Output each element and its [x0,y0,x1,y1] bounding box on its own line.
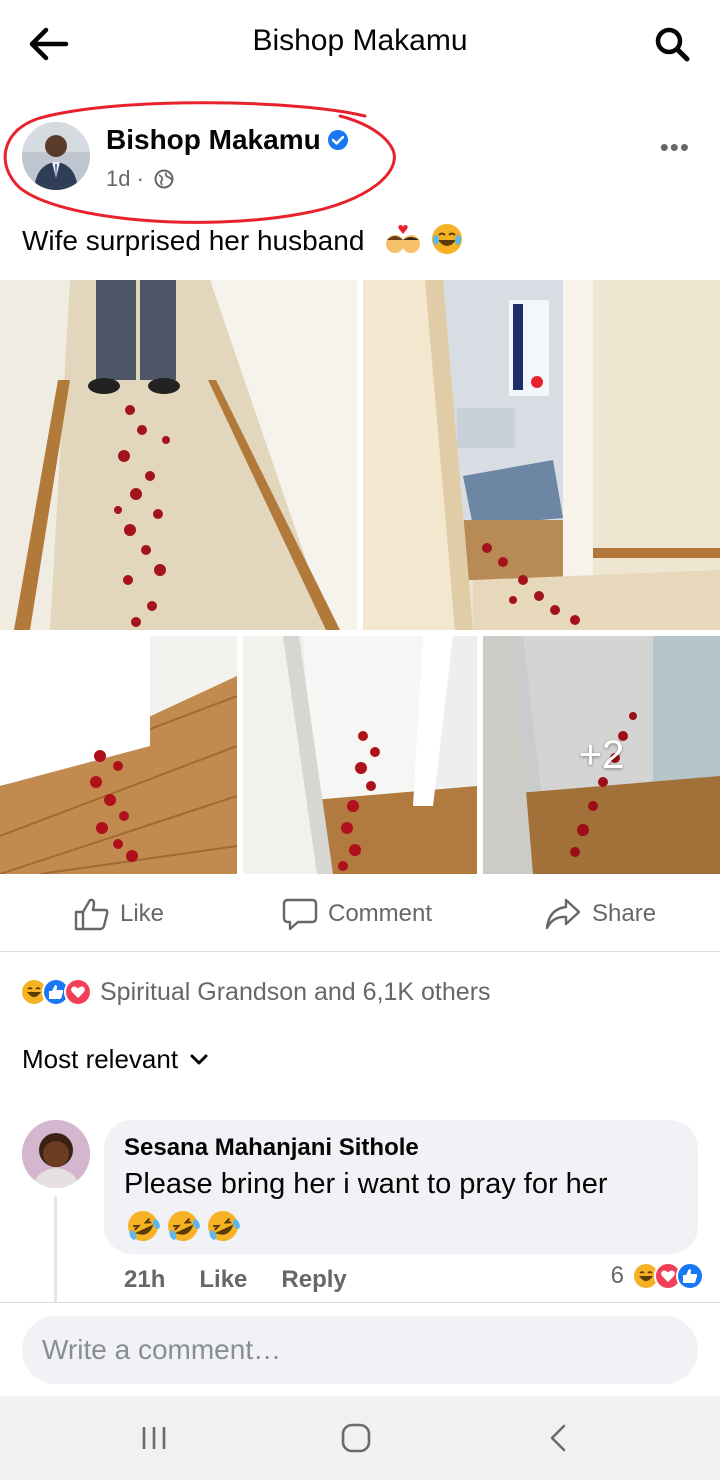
post-caption-text: Wife surprised her husband [22,225,365,256]
more-photos-count[interactable]: +2 [483,636,720,874]
comment-time[interactable]: 21h [124,1266,165,1294]
post-header: Bishop Makamu 1d · ••• [0,110,720,200]
back-nav-icon[interactable] [538,1418,578,1458]
post-photo-4[interactable] [243,636,477,874]
page-title: Bishop Makamu [252,24,468,57]
love-icon [64,978,92,1006]
more-options-icon[interactable]: ••• [660,132,690,163]
rofl-icon [168,1211,200,1241]
comment-emojis [124,1208,242,1244]
reactions-summary[interactable]: Spiritual Grandson and 6,1K others [20,976,491,1008]
comment-footer: 21h Like Reply [124,1266,347,1294]
thumbs-up-icon [74,898,109,931]
tears-of-joy-icon [430,222,464,263]
composer-divider [0,1302,720,1303]
comment-reply-button[interactable]: Reply [281,1266,346,1294]
post-time[interactable]: 1d [106,166,130,191]
share-button[interactable]: Share [544,896,656,932]
share-icon [545,898,581,930]
post-photo-5[interactable]: +2 [483,636,720,874]
comment-thread-line [54,1196,57,1302]
comment-label: Comment [328,900,433,927]
comment-text: Please bring her i want to pray for her [124,1168,608,1200]
meta-separator: · [136,166,144,191]
comment-bubble[interactable]: Sesana Mahanjani Sithole Please bring he… [104,1120,698,1254]
rofl-icon [208,1211,240,1241]
comment-input[interactable] [42,1316,672,1384]
comment-sort-label: Most relevant [22,1044,179,1074]
comment-button[interactable]: Comment [282,896,432,932]
comment-reactions[interactable]: 6 [610,1262,704,1290]
comment-icon [282,898,318,931]
couple-with-heart-icon [384,222,422,263]
chevron-down-icon [190,1054,208,1064]
post-caption: Wife surprised her husband [22,222,464,263]
post-actions: Like Comment Share [0,876,720,952]
home-icon[interactable] [336,1418,376,1458]
author-name-text[interactable]: Bishop Makamu [106,124,321,155]
like-label: Like [120,900,165,927]
post-meta: 1d · [106,166,174,192]
post-photo-2[interactable] [363,280,720,630]
recent-apps-icon[interactable] [134,1418,174,1458]
commenter-avatar[interactable] [22,1120,90,1188]
system-nav-bar [0,1396,720,1480]
commenter-name[interactable]: Sesana Mahanjani Sithole [124,1134,419,1162]
verified-badge-icon [327,126,349,150]
post-photo-1[interactable] [0,280,357,630]
like-button[interactable]: Like [74,896,164,932]
comment-like-button[interactable]: Like [199,1266,247,1294]
rofl-icon [128,1211,160,1241]
comment-sort-dropdown[interactable]: Most relevant [22,1044,208,1075]
author-avatar[interactable] [22,122,90,190]
like-icon [676,1262,704,1290]
reactions-summary-text: Spiritual Grandson and 6,1K others [100,977,491,1006]
search-icon[interactable] [652,24,692,64]
comment-composer[interactable] [22,1316,698,1384]
globe-icon [154,169,174,189]
top-bar: Bishop Makamu [0,0,720,88]
comment-reaction-count: 6 [610,1262,624,1289]
post-photo-3[interactable] [0,636,237,874]
share-label: Share [592,900,657,927]
author-name[interactable]: Bishop Makamu [106,124,349,156]
